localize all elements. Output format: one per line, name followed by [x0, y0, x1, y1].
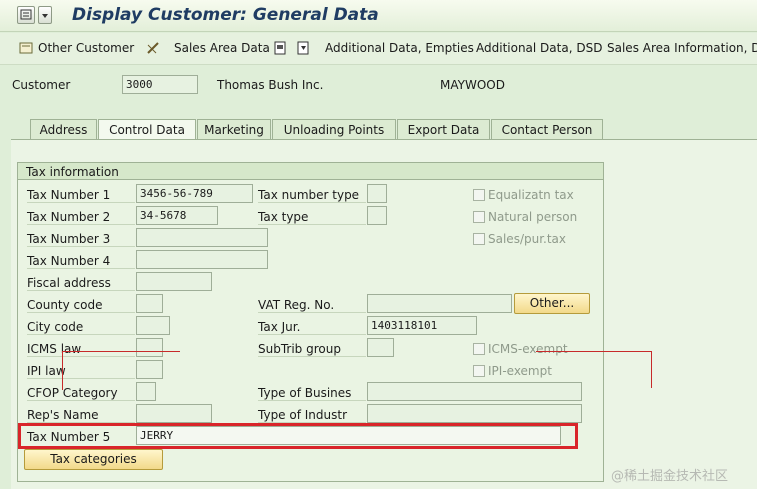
document-icon[interactable] [273, 41, 288, 55]
customer-city: MAYWOOD [440, 78, 505, 92]
page-title: Display Customer: General Data [72, 5, 379, 25]
other-button[interactable]: Other... [514, 293, 590, 314]
sales-pur-tax-checkbox[interactable] [473, 233, 485, 245]
tax-number-2-field[interactable]: 34-5678 [136, 206, 218, 225]
annotation-line [536, 351, 652, 352]
fiscal-address-label: Fiscal address [27, 276, 135, 291]
cfop-category-label: CFOP Category [27, 386, 135, 401]
customer-name: Thomas Bush Inc. [217, 78, 324, 92]
cfop-category-field[interactable] [136, 382, 156, 401]
subtrib-group-field[interactable] [367, 338, 394, 357]
city-code-label: City code [27, 320, 135, 335]
ipi-law-field[interactable] [136, 360, 163, 379]
additional-data-empties-button[interactable]: Additional Data, Empties [325, 41, 474, 55]
city-code-field[interactable] [136, 316, 170, 335]
icms-law-field[interactable] [136, 338, 163, 357]
tax-number-3-field[interactable] [136, 228, 268, 247]
tax-information-title: Tax information [17, 162, 604, 180]
equalization-tax-label: Equalizatn tax [488, 188, 574, 202]
ipi-exempt-checkbox[interactable] [473, 365, 485, 377]
tax-jur-field[interactable]: 1403118101 [367, 316, 477, 335]
ipi-law-label: IPI law [27, 364, 135, 379]
natural-person-checkbox[interactable] [473, 211, 485, 223]
document-edit-icon[interactable] [296, 41, 311, 55]
type-of-industry-label: Type of Industr [258, 408, 366, 423]
type-of-business-field[interactable] [367, 382, 582, 401]
reps-name-field[interactable] [136, 404, 212, 423]
county-code-label: County code [27, 298, 135, 313]
tax-number-type-field[interactable] [367, 184, 387, 203]
tab-unloading-points[interactable]: Unloading Points [272, 119, 396, 140]
menu-glyph-icon [20, 9, 32, 20]
tab-marketing[interactable]: Marketing [197, 119, 271, 140]
vat-reg-no-label: VAT Reg. No. [258, 298, 366, 313]
tax-number-4-label: Tax Number 4 [27, 254, 135, 269]
tax-number-4-field[interactable] [136, 250, 268, 269]
customer-field[interactable]: 3000 [122, 75, 198, 94]
county-code-field[interactable] [136, 294, 163, 313]
sales-area-data-button[interactable]: Sales Area Data [174, 41, 270, 55]
menu-icon[interactable] [17, 6, 35, 24]
tab-control-data[interactable]: Control Data [98, 119, 196, 141]
customer-label: Customer [12, 78, 71, 92]
tax-number-2-label: Tax Number 2 [27, 210, 135, 225]
annotation-line [651, 351, 652, 388]
vat-reg-no-field[interactable] [367, 294, 512, 313]
type-of-industry-field[interactable] [367, 404, 582, 423]
tab-export-data[interactable]: Export Data [397, 119, 490, 140]
additional-data-dsd-button[interactable]: Additional Data, DSD [476, 41, 602, 55]
tax-number-3-label: Tax Number 3 [27, 232, 135, 247]
ipi-exempt-label: IPI-exempt [488, 364, 552, 378]
icms-law-label: ICMS law [27, 342, 135, 357]
fiscal-address-field[interactable] [136, 272, 212, 291]
sales-pur-tax-label: Sales/pur.tax [488, 232, 567, 246]
other-customer-icon [19, 42, 33, 54]
natural-person-label: Natural person [488, 210, 578, 224]
tab-contact-person[interactable]: Contact Person [491, 119, 603, 140]
tax-categories-button[interactable]: Tax categories [24, 449, 163, 470]
annotation-line [62, 351, 63, 390]
subtrib-group-label: SubTrib group [258, 342, 366, 357]
tax-type-field[interactable] [367, 206, 387, 225]
annotation-line [62, 351, 180, 352]
title-bar: Display Customer: General Data [0, 0, 757, 32]
equalization-tax-checkbox[interactable] [473, 189, 485, 201]
reps-name-label: Rep's Name [27, 408, 135, 423]
pencil-icon [147, 42, 159, 54]
watermark: @稀土掘金技术社区 [611, 469, 729, 484]
highlight-box [18, 423, 578, 449]
tax-number-1-field[interactable]: 3456-56-789 [136, 184, 253, 203]
dropdown-arrow-icon[interactable] [38, 6, 52, 24]
arrow-glyph-icon [42, 14, 48, 18]
icms-exempt-checkbox[interactable] [473, 343, 485, 355]
sales-area-information-dsd-button[interactable]: Sales Area Information, DSD [607, 41, 757, 55]
tax-type-label: Tax type [258, 210, 366, 225]
tab-address[interactable]: Address [30, 119, 97, 140]
tax-number-1-label: Tax Number 1 [27, 188, 135, 203]
type-of-business-label: Type of Busines [258, 386, 366, 401]
other-customer-button[interactable]: Other Customer [38, 41, 134, 55]
application-toolbar: Other Customer Sales Area Data Additiona… [0, 33, 757, 65]
icms-exempt-label: ICMS-exempt [488, 342, 568, 356]
tax-jur-label: Tax Jur. [258, 320, 366, 335]
tax-number-type-label: Tax number type [258, 188, 366, 203]
